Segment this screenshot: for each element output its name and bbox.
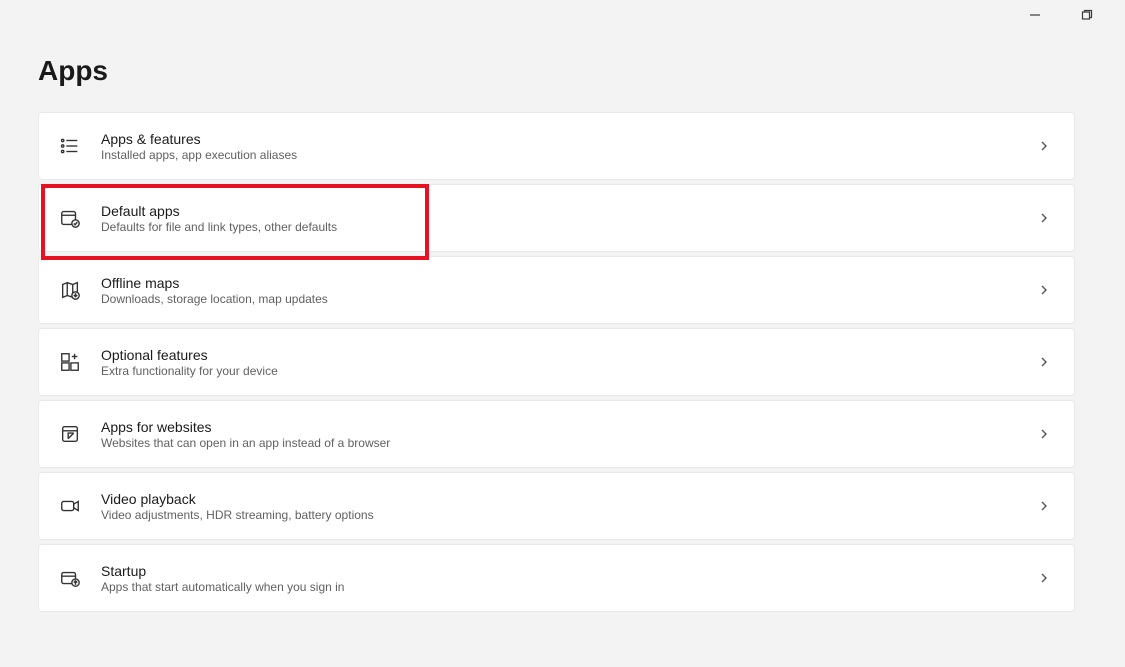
- item-subtitle: Downloads, storage location, map updates: [101, 292, 1032, 306]
- chevron-right-icon: [1032, 278, 1056, 302]
- chevron-right-icon: [1032, 350, 1056, 374]
- item-text: Apps & features Installed apps, app exec…: [101, 131, 1032, 162]
- item-subtitle: Websites that can open in an app instead…: [101, 436, 1032, 450]
- page-title: Apps: [38, 55, 108, 87]
- settings-item-offline-maps[interactable]: Offline maps Downloads, storage location…: [38, 256, 1075, 324]
- settings-item-apps-features[interactable]: Apps & features Installed apps, app exec…: [38, 112, 1075, 180]
- item-subtitle: Video adjustments, HDR streaming, batter…: [101, 508, 1032, 522]
- list-icon: [57, 133, 83, 159]
- item-subtitle: Installed apps, app execution aliases: [101, 148, 1032, 162]
- chevron-right-icon: [1032, 206, 1056, 230]
- item-title: Optional features: [101, 347, 1032, 363]
- settings-item-apps-for-websites[interactable]: Apps for websites Websites that can open…: [38, 400, 1075, 468]
- website-apps-icon: [57, 421, 83, 447]
- default-apps-icon: [57, 205, 83, 231]
- item-subtitle: Defaults for file and link types, other …: [101, 220, 1032, 234]
- item-title: Startup: [101, 563, 1032, 579]
- maximize-button[interactable]: [1073, 1, 1101, 29]
- window-controls: [1021, 0, 1125, 30]
- chevron-right-icon: [1032, 134, 1056, 158]
- minimize-button[interactable]: [1021, 1, 1049, 29]
- item-text: Startup Apps that start automatically wh…: [101, 563, 1032, 594]
- settings-item-optional-features[interactable]: Optional features Extra functionality fo…: [38, 328, 1075, 396]
- startup-icon: [57, 565, 83, 591]
- minimize-icon: [1029, 9, 1041, 21]
- item-text: Apps for websites Websites that can open…: [101, 419, 1032, 450]
- item-title: Video playback: [101, 491, 1032, 507]
- chevron-right-icon: [1032, 494, 1056, 518]
- item-title: Apps for websites: [101, 419, 1032, 435]
- chevron-right-icon: [1032, 566, 1056, 590]
- item-title: Apps & features: [101, 131, 1032, 147]
- settings-item-default-apps[interactable]: Default apps Defaults for file and link …: [38, 184, 1075, 252]
- item-text: Optional features Extra functionality fo…: [101, 347, 1032, 378]
- item-title: Default apps: [101, 203, 1032, 219]
- item-text: Video playback Video adjustments, HDR st…: [101, 491, 1032, 522]
- settings-item-startup[interactable]: Startup Apps that start automatically wh…: [38, 544, 1075, 612]
- item-text: Default apps Defaults for file and link …: [101, 203, 1032, 234]
- item-title: Offline maps: [101, 275, 1032, 291]
- settings-item-video-playback[interactable]: Video playback Video adjustments, HDR st…: [38, 472, 1075, 540]
- item-subtitle: Apps that start automatically when you s…: [101, 580, 1032, 594]
- optional-features-icon: [57, 349, 83, 375]
- item-text: Offline maps Downloads, storage location…: [101, 275, 1032, 306]
- maximize-icon: [1081, 9, 1093, 21]
- video-icon: [57, 493, 83, 519]
- item-subtitle: Extra functionality for your device: [101, 364, 1032, 378]
- settings-list: Apps & features Installed apps, app exec…: [38, 112, 1075, 612]
- map-icon: [57, 277, 83, 303]
- chevron-right-icon: [1032, 422, 1056, 446]
